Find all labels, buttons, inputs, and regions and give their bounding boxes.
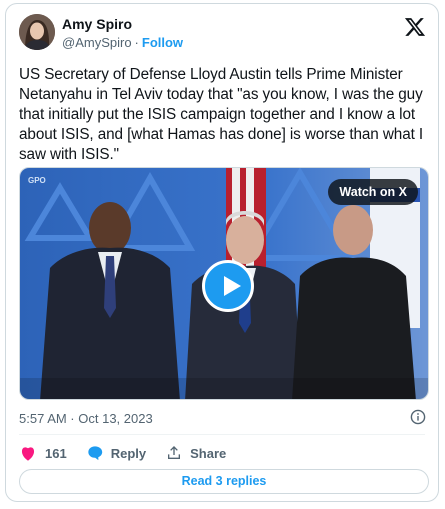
author-block: Amy Spiro @AmySpiro · Follow (62, 16, 183, 51)
reply-bubble-icon (88, 446, 102, 461)
play-icon[interactable] (202, 260, 254, 312)
timestamp[interactable]: 5:57 AM · Oct 13, 2023 (19, 411, 153, 426)
share-icon (168, 446, 181, 459)
share-button[interactable]: Share (166, 445, 226, 461)
author-name[interactable]: Amy Spiro (62, 16, 183, 33)
action-bar: 161 Reply Share (19, 444, 246, 462)
author-handle[interactable]: @AmySpiro (62, 35, 132, 50)
read-replies-button[interactable]: Read 3 replies (19, 469, 429, 494)
share-label: Share (190, 445, 227, 461)
author-meta: @AmySpiro · Follow (62, 34, 183, 51)
follow-button[interactable]: Follow (142, 35, 183, 50)
like-button[interactable]: 161 (19, 445, 67, 461)
info-icon[interactable] (410, 409, 426, 425)
reply-button[interactable]: Reply (87, 445, 146, 461)
reply-label: Reply (110, 445, 147, 461)
watch-on-x-button[interactable]: Watch on X (328, 179, 418, 205)
gpo-watermark: GPO (28, 176, 46, 185)
likes-count: 161 (45, 445, 67, 461)
tweet-card: Amy Spiro @AmySpiro · Follow US Secretary … (5, 3, 439, 502)
avatar[interactable] (19, 14, 55, 50)
video-player[interactable]: GPO Watch on X (19, 167, 429, 400)
divider (19, 434, 425, 435)
tweet-text: US Secretary of Defense Lloyd Austin tel… (19, 66, 424, 163)
heart-icon (21, 447, 35, 461)
separator-dot: · (134, 35, 139, 50)
x-logo-icon[interactable] (404, 16, 426, 38)
